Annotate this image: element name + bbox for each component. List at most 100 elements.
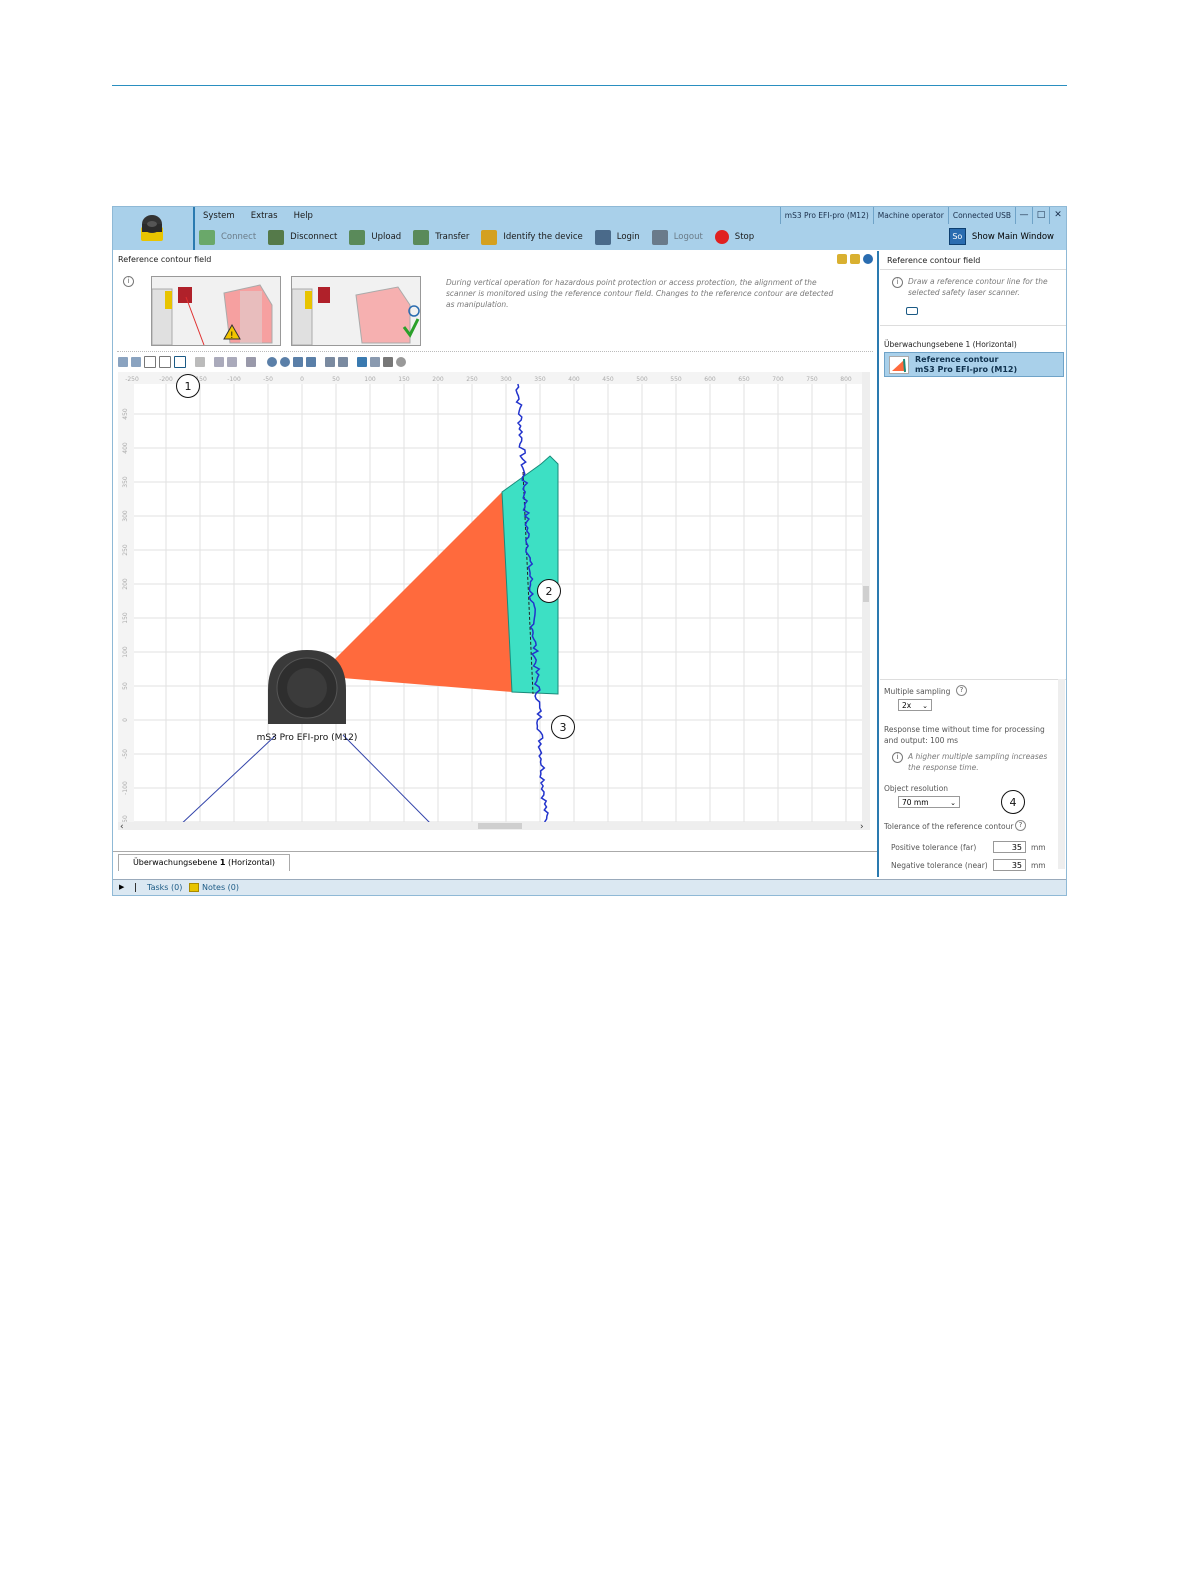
scanner-logo-icon	[141, 215, 163, 241]
question-icon[interactable]	[396, 357, 406, 367]
ruler-x-tick: 200	[432, 376, 444, 383]
ruler-x-tick: -200	[159, 376, 173, 383]
fill-icon[interactable]	[246, 357, 256, 367]
login-button[interactable]: Login	[594, 229, 640, 245]
redo-icon[interactable]	[131, 357, 141, 367]
select-icon[interactable]	[144, 356, 156, 368]
svg-text:!: !	[230, 331, 234, 341]
divider	[880, 269, 1066, 270]
negative-unit: mm	[1031, 861, 1046, 870]
scroll-left-icon[interactable]: ‹	[120, 822, 124, 832]
image-icon[interactable]	[357, 357, 367, 367]
device-label: mS3 Pro EFI-pro (M12)	[257, 733, 358, 743]
bottom-bar: ▶ Tasks (0) Notes (0)	[113, 879, 1066, 895]
expand-arrow-icon[interactable]: ▶	[119, 883, 124, 891]
ruler-x-tick: 550	[670, 376, 682, 383]
illustration-correct	[291, 276, 421, 346]
device-logo	[113, 207, 195, 250]
zoom-in-icon[interactable]	[267, 357, 277, 367]
horizontal-scroll-thumb[interactable]	[478, 823, 522, 829]
ruler-y-tick: -100	[122, 781, 129, 795]
settings-section: Multiple sampling ? 2x ⌄ Response time wi…	[880, 679, 1066, 877]
reference-contour-panel: Reference contour field i ! During verti…	[113, 251, 879, 877]
help-icon[interactable]: ?	[956, 685, 967, 696]
delete-icon[interactable]	[195, 357, 205, 367]
draw-contour-icon[interactable]	[174, 356, 186, 368]
logout-icon	[651, 229, 668, 245]
ruler-x-tick: -50	[263, 376, 273, 383]
ruler-x-tick: 500	[636, 376, 648, 383]
disconnect-button[interactable]: Disconnect	[268, 229, 337, 245]
help-icon[interactable]: ?	[1015, 820, 1026, 831]
multiple-sampling-select[interactable]: 2x ⌄	[898, 699, 932, 711]
menu-bar: System Extras Help	[195, 207, 321, 224]
zoom-fit-icon[interactable]	[293, 357, 303, 367]
logout-button[interactable]: Logout	[651, 229, 703, 245]
menu-system[interactable]: System	[195, 211, 243, 221]
ruler-y-tick: 400	[122, 442, 129, 454]
chevron-down-icon: ⌄	[950, 799, 956, 807]
tab-monitoring-level-1[interactable]: Überwachungsebene 1 (Horizontal)	[118, 854, 290, 871]
ruler-x-tick: 0	[300, 376, 304, 383]
measure-icon[interactable]	[370, 357, 380, 367]
vertical-scroll-thumb[interactable]	[863, 586, 869, 602]
rotate-left-icon[interactable]	[325, 357, 335, 367]
import-icon[interactable]	[850, 254, 860, 264]
draw-contour-icon[interactable]	[906, 307, 918, 315]
identify-device-button[interactable]: Identify the device	[481, 229, 583, 245]
help-icon[interactable]	[863, 254, 873, 264]
info-icon: i	[892, 752, 903, 763]
upload-button[interactable]: Upload	[349, 229, 401, 245]
show-main-window-label: Show Main Window	[971, 231, 1054, 242]
info-icon: i	[892, 277, 903, 288]
flag-icon	[135, 883, 145, 892]
rotate-right-icon[interactable]	[338, 357, 348, 367]
layers-icon[interactable]	[227, 357, 237, 367]
ruler-x-tick: 800	[840, 376, 852, 383]
drawing-canvas[interactable]: -250 -200 -150 -100 -50 0 50 100 150 200 250 300 350…	[118, 372, 870, 863]
grid-icon[interactable]	[214, 357, 224, 367]
main-window-icon: So	[948, 228, 966, 245]
notes-link[interactable]: Notes (0)	[202, 883, 239, 892]
minimize-icon[interactable]: —	[1015, 207, 1032, 224]
illustration-manipulated: !	[151, 276, 281, 346]
zoom-window-icon[interactable]	[306, 357, 316, 367]
drawing-area-svg[interactable]: -250 -200 -150 -100 -50 0 50 100 150 200 250 300 350…	[118, 372, 870, 863]
select-value: 2x	[902, 701, 912, 710]
object-resolution-select[interactable]: 70 mm ⌄	[898, 796, 960, 808]
undo-icon[interactable]	[118, 357, 128, 367]
callout-2: 2	[537, 579, 561, 603]
monitoring-level-label: Überwachungsebene 1 (Horizontal)	[884, 340, 1017, 349]
export-icon[interactable]	[837, 254, 847, 264]
positive-tolerance-input[interactable]: 35	[993, 841, 1026, 853]
connect-icon	[199, 229, 215, 245]
tools-icon[interactable]	[383, 357, 393, 367]
ruler-x-tick: 700	[772, 376, 784, 383]
app-window: System Extras Help mS3 Pro EFI-pro (M12)…	[112, 206, 1067, 896]
negative-tolerance-input[interactable]: 35	[993, 859, 1026, 871]
connect-button[interactable]: Connect	[199, 229, 256, 245]
zoom-out-icon[interactable]	[280, 357, 290, 367]
stop-icon	[714, 230, 729, 244]
reference-contour-item[interactable]: Reference contour mS3 Pro EFI-pro (M12)	[884, 352, 1064, 377]
show-main-window-button[interactable]: So Show Main Window	[948, 228, 1054, 245]
close-icon[interactable]: ✕	[1049, 207, 1066, 224]
settings-scrollbar[interactable]	[1058, 679, 1065, 869]
identify-icon	[481, 229, 498, 245]
main-toolbar: Connect Disconnect Upload Transfer Ident…	[199, 226, 766, 248]
hand-icon[interactable]	[159, 356, 171, 368]
scroll-right-icon[interactable]: ›	[860, 822, 864, 832]
transfer-button[interactable]: Transfer	[413, 229, 469, 245]
login-icon	[594, 229, 611, 245]
maximize-icon[interactable]: □	[1032, 207, 1049, 224]
disconnect-icon	[268, 229, 285, 245]
menu-extras[interactable]: Extras	[243, 211, 286, 221]
panel-title: Reference contour field	[118, 255, 212, 264]
scanner-device-icon[interactable]	[268, 650, 346, 724]
menu-help[interactable]: Help	[286, 211, 321, 221]
tasks-link[interactable]: Tasks (0)	[147, 883, 182, 892]
drawing-toolbar	[118, 355, 406, 369]
contour-thumbnail-icon	[889, 356, 909, 374]
stop-button[interactable]: Stop	[714, 230, 754, 244]
positive-unit: mm	[1031, 843, 1046, 852]
